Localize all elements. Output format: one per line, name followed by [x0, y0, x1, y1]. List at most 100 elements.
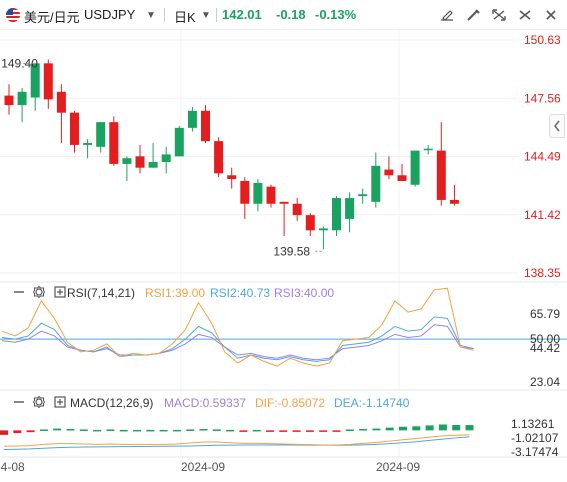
price-tick-label: 144.49 — [524, 150, 561, 164]
current-price: 142.01 — [222, 7, 262, 22]
candle-body — [201, 110, 210, 142]
macd-bar — [452, 424, 461, 431]
rsi1-value: RSI1:39.00 — [145, 286, 206, 300]
macd-bar — [186, 429, 195, 431]
price-change: -0.18 — [276, 7, 306, 22]
candlesticks — [4, 59, 459, 250]
symbol-selector[interactable]: USDJPY — [84, 7, 135, 22]
macd-bar — [412, 426, 421, 431]
period-selector[interactable]: 日K — [174, 7, 196, 26]
candle-body — [436, 150, 446, 200]
macd-bar — [159, 429, 168, 432]
candle-body — [83, 143, 93, 145]
macd-bar — [252, 429, 261, 432]
macd-bar — [226, 429, 235, 432]
macd-bar — [119, 429, 128, 432]
macd-bar — [212, 429, 221, 431]
symbol-dropdown-icon[interactable]: ▼ — [146, 10, 156, 21]
candle-body — [135, 156, 145, 168]
gear-icon[interactable] — [33, 396, 45, 408]
macd-bar — [13, 430, 22, 434]
fullscreen-button[interactable] — [488, 5, 510, 25]
macd-bar — [239, 430, 248, 432]
collapse-panel-button[interactable] — [549, 114, 565, 138]
gear-icon[interactable] — [33, 286, 45, 298]
macd-bar — [345, 429, 354, 431]
candle-body — [266, 186, 276, 204]
candle-body — [70, 112, 79, 145]
macd-bar — [66, 429, 75, 431]
fullscreen-icon — [492, 9, 506, 21]
candle-body — [109, 122, 119, 164]
macd-bar — [438, 424, 447, 431]
rsi3-line — [1, 324, 474, 361]
candle-body — [174, 127, 184, 157]
candle-body — [292, 203, 302, 216]
macd-bar — [172, 429, 181, 432]
candle-body — [345, 198, 355, 219]
rsi-axis: 65.7950.0044.4223.04 — [530, 307, 560, 389]
macd-axis: 1.13261-1.02107-3.17474 — [511, 417, 559, 459]
rsi-title: RSI(7,14,21) — [67, 286, 136, 300]
chart-area[interactable]: 150.63147.56144.49141.42138.35 149.40 13… — [0, 30, 567, 482]
close-icon — [546, 10, 556, 20]
expand-icon[interactable] — [54, 286, 66, 298]
pair-name: 美元/日元 — [24, 10, 80, 25]
price-tick-label: 147.56 — [524, 91, 561, 105]
candle-body — [449, 199, 459, 204]
candle-body — [371, 165, 381, 202]
candle-body — [148, 162, 158, 168]
dif-value: DIF:-0.85072 — [255, 396, 326, 410]
candle-body — [43, 63, 53, 100]
macd-title: MACD(12,26,9) — [70, 396, 154, 410]
chart-toolbar: 美元/日元 USDJPY ▼ 日K ▼ 142.01 -0.18 -0.13% — [0, 0, 567, 30]
macd-bar — [106, 429, 115, 431]
macd-bar — [199, 429, 208, 431]
macd-bar — [39, 429, 48, 431]
candle-body — [122, 158, 132, 164]
macd-bar — [292, 430, 301, 432]
macd-bar — [146, 429, 155, 432]
time-tick-label: 2024-09 — [376, 460, 420, 474]
settings-button[interactable] — [514, 5, 536, 25]
macd-bar — [0, 430, 8, 435]
period-dropdown-icon[interactable]: ▼ — [201, 10, 211, 21]
candle-body — [410, 150, 420, 185]
candle-body — [96, 122, 106, 147]
candle-body — [17, 91, 27, 106]
macd-bar — [279, 430, 288, 432]
candle-body — [332, 198, 341, 231]
edit-icon — [441, 10, 453, 21]
macd-bar — [465, 425, 474, 431]
settings-icon — [519, 10, 531, 20]
macd-bar — [372, 428, 381, 431]
low-label: 139.58 — [273, 244, 310, 258]
toolbar-divider — [164, 8, 165, 22]
candle-body — [397, 175, 407, 181]
candle-body — [227, 175, 237, 180]
eye-hide-icon[interactable] — [13, 286, 25, 298]
close-button[interactable] — [540, 5, 562, 25]
macd-bar — [26, 430, 35, 433]
macd-bar — [266, 430, 274, 432]
macd-tick-label: -1.02107 — [511, 431, 559, 445]
edit-button[interactable] — [436, 5, 458, 25]
chevron-left-icon — [554, 120, 560, 132]
price-change-pct: -0.13% — [315, 7, 357, 22]
eye-hide-icon[interactable] — [13, 396, 25, 408]
macd-lines — [3, 434, 470, 451]
draw-button[interactable] — [462, 5, 484, 25]
main-grid — [0, 30, 518, 457]
draw-icon — [467, 9, 480, 21]
macd-bar — [133, 429, 141, 432]
candle-body — [305, 215, 315, 231]
price-tick-label: 141.42 — [524, 208, 561, 222]
candle-body — [187, 110, 197, 128]
expand-icon[interactable] — [54, 396, 66, 408]
macd-bar — [93, 429, 102, 432]
macd-tick-label: 1.13261 — [511, 417, 555, 431]
macd-bar — [332, 430, 341, 432]
dea-value: DEA:-1.14740 — [334, 396, 410, 410]
candle-body — [214, 141, 224, 174]
macd-bar — [399, 426, 407, 431]
